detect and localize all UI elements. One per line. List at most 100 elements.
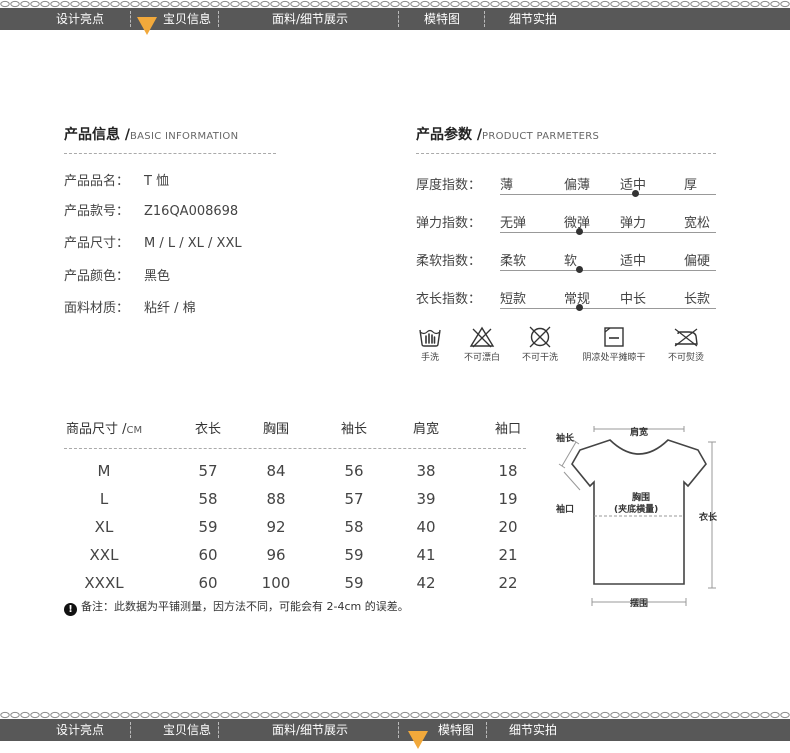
tab-fabric-details[interactable]: 面料/细节展示 <box>255 8 365 30</box>
size-cell: 96 <box>266 546 286 564</box>
param-option: 宽松 <box>684 216 711 231</box>
size-cell: 19 <box>498 490 518 508</box>
param-selected-dot <box>576 228 583 235</box>
size-label: L <box>99 490 109 508</box>
size-cell: 84 <box>266 462 286 480</box>
size-col-header: 衣长 <box>194 422 221 437</box>
param-label: 柔软指数： <box>416 254 482 269</box>
care-no-dry-clean: 不可干洗 <box>516 326 564 363</box>
tab-detail-shots[interactable]: 细节实拍 <box>498 719 568 741</box>
tab-model-photos[interactable]: 模特图 <box>428 719 484 741</box>
size-cell: 60 <box>198 574 218 592</box>
size-col-header: 袖长 <box>340 422 367 437</box>
care-no-iron: 不可熨烫 <box>662 326 710 363</box>
size-cell: 57 <box>198 462 218 480</box>
no-iron-icon <box>674 328 698 347</box>
param-option: 薄 <box>500 178 514 193</box>
param-label: 弹力指数： <box>416 216 482 231</box>
care-shade-dry: 阴凉处平摊晾干 <box>576 326 652 363</box>
size-cell: 88 <box>266 490 286 508</box>
top-nav-bar: 设计亮点 宝贝信息 面料/细节展示 模特图 细节实拍 <box>0 0 790 36</box>
size-cell: 39 <box>416 490 436 508</box>
tab-design-highlights[interactable]: 设计亮点 <box>40 719 120 741</box>
param-selected-dot <box>632 190 639 197</box>
tab-product-info[interactable]: 宝贝信息 <box>152 8 222 30</box>
size-cell: 59 <box>344 574 364 592</box>
size-cell: 20 <box>498 518 518 536</box>
size-label: XXL <box>89 546 119 564</box>
tab-product-info[interactable]: 宝贝信息 <box>152 719 222 741</box>
bottom-nav-bar: 设计亮点 宝贝信息 面料/细节展示 模特图 细节实拍 <box>0 711 790 749</box>
size-cell: 21 <box>498 546 518 564</box>
product-info-title: 产品信息 /BASIC INFORMATION <box>64 127 239 143</box>
param-option: 偏薄 <box>564 178 591 193</box>
active-tab-arrow-icon <box>137 17 157 35</box>
tab-fabric-details[interactable]: 面料/细节展示 <box>255 719 365 741</box>
size-cell: 58 <box>344 518 364 536</box>
size-cell: 40 <box>416 518 436 536</box>
hand-wash-icon <box>419 329 441 347</box>
size-cell: 100 <box>261 574 291 592</box>
no-dry-clean-icon <box>529 326 551 348</box>
param-label: 衣长指数： <box>416 292 482 307</box>
param-option: 偏硬 <box>684 254 711 269</box>
size-col-header: 袖口 <box>494 422 521 437</box>
param-row: 柔软指数： 柔软 软 适中 偏硬 <box>416 250 716 286</box>
size-col-header: 肩宽 <box>412 422 439 437</box>
param-selected-dot <box>576 304 583 311</box>
size-cell: 92 <box>266 518 286 536</box>
param-option: 适中 <box>620 254 647 269</box>
info-row-name: 产品品名： T 恤 <box>64 174 170 189</box>
param-option: 柔软 <box>500 254 527 269</box>
size-note: ! 备注：此数据为平铺测量，因方法不同，可能会有 2-4cm 的误差。 <box>64 598 409 616</box>
info-row-sku: 产品款号： Z16QA008698 <box>64 204 239 219</box>
param-scale-line <box>500 270 716 271</box>
size-cell: 38 <box>416 462 436 480</box>
size-cell: 56 <box>344 462 364 480</box>
size-label: XL <box>94 518 114 536</box>
product-params-title: 产品参数 /PRODUCT PARMETERS <box>416 127 600 143</box>
size-table-title: 商品尺寸 /CM <box>66 422 143 437</box>
shade-dry-flat-icon <box>604 327 624 347</box>
param-option: 长款 <box>684 292 711 307</box>
size-cell: 59 <box>344 546 364 564</box>
care-no-bleach: 不可漂白 <box>458 326 506 363</box>
param-option: 弹力 <box>620 216 647 231</box>
active-tab-arrow-icon <box>408 731 428 749</box>
care-hand-wash: 手洗 <box>408 326 452 363</box>
size-cell: 60 <box>198 546 218 564</box>
size-cell: 18 <box>498 462 518 480</box>
no-bleach-icon <box>469 326 495 348</box>
size-cell: 59 <box>198 518 218 536</box>
param-option: 中长 <box>620 292 647 307</box>
param-row: 厚度指数：薄偏薄 适中厚 <box>416 174 716 210</box>
tab-detail-shots[interactable]: 细节实拍 <box>498 8 568 30</box>
param-label: 厚度指数： <box>416 178 482 193</box>
size-label: M <box>97 462 111 480</box>
size-cell: 41 <box>416 546 436 564</box>
tab-design-highlights[interactable]: 设计亮点 <box>40 8 120 30</box>
tshirt-size-diagram: 肩宽 袖长 袖口 胸围 (夹底横量) 衣长 摆围 <box>548 412 730 612</box>
param-option: 软 <box>564 254 578 269</box>
chain-border <box>0 711 790 719</box>
warning-icon: ! <box>64 603 77 616</box>
size-col-header: 胸围 <box>262 422 289 437</box>
param-scale-line <box>500 232 716 233</box>
param-selected-dot <box>576 266 583 273</box>
size-cell: 57 <box>344 490 364 508</box>
size-cell: 22 <box>498 574 518 592</box>
size-label: XXXL <box>84 574 124 592</box>
size-cell: 58 <box>198 490 218 508</box>
param-scale-line <box>500 308 716 309</box>
param-scale-line <box>500 194 716 195</box>
tab-model-photos[interactable]: 模特图 <box>412 8 472 30</box>
chain-border <box>0 0 790 8</box>
param-row: 弹力指数： 无弹 微弹 弹力 宽松 <box>416 212 716 248</box>
param-option: 短款 <box>500 292 527 307</box>
param-option: 厚 <box>684 178 698 193</box>
param-option: 无弹 <box>500 216 527 231</box>
param-row: 衣长指数： 短款 常规 中长 长款 <box>416 288 716 324</box>
info-row-material: 面料材质： 粘纤 / 棉 <box>64 301 196 316</box>
info-row-color: 产品颜色： 黑色 <box>64 269 171 284</box>
size-cell: 42 <box>416 574 436 592</box>
